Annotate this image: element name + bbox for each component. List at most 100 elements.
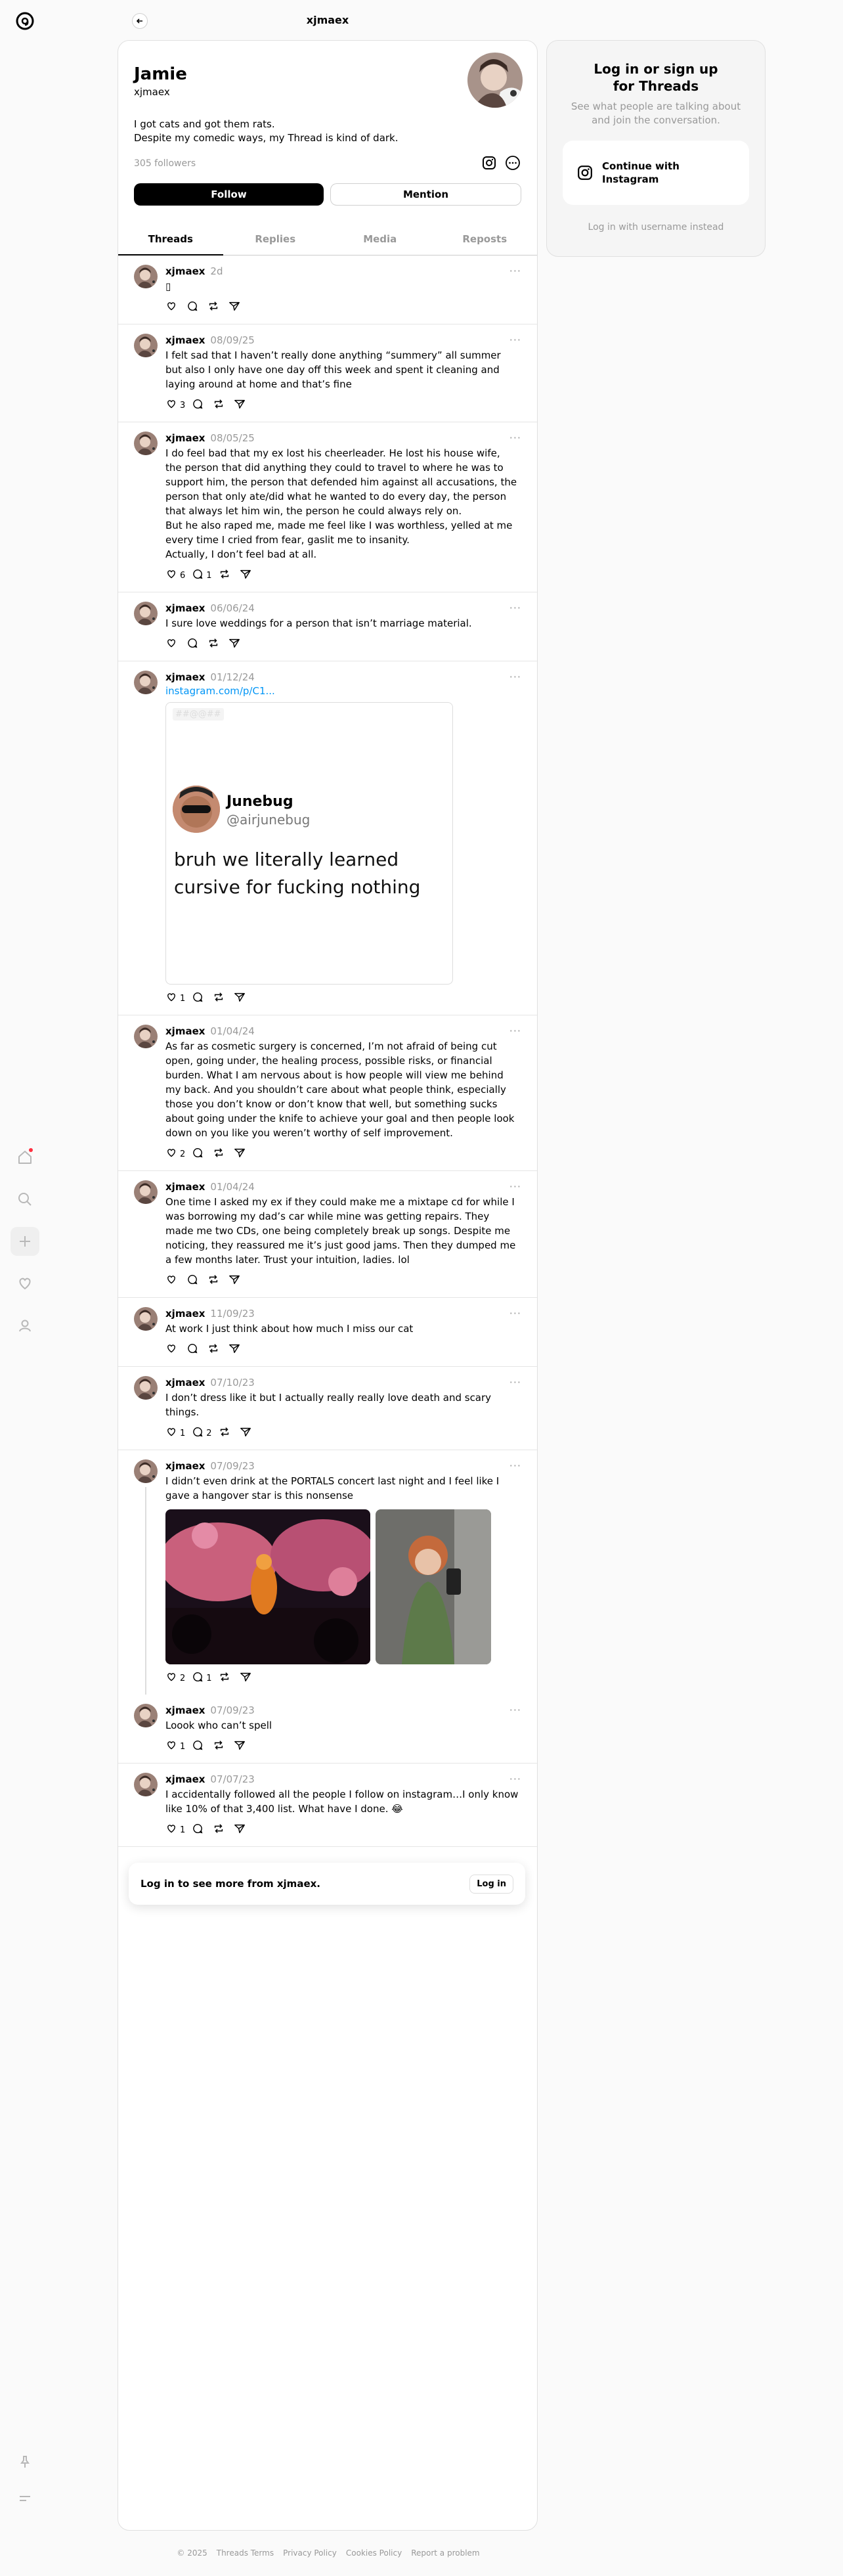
thread-post[interactable]: xjmaex 01/04/24 ··· As far as cosmetic s… <box>118 1015 537 1171</box>
create-icon[interactable] <box>11 1227 39 1256</box>
share-button[interactable] <box>228 637 243 652</box>
post-avatar[interactable] <box>134 602 158 625</box>
post-author[interactable]: xjmaex <box>165 671 205 683</box>
login-button[interactable]: Log in <box>469 1874 513 1894</box>
post-date[interactable]: 08/09/25 <box>210 334 254 346</box>
post-avatar[interactable] <box>134 1459 158 1483</box>
share-button[interactable] <box>234 1823 248 1837</box>
repost-button[interactable] <box>213 1739 227 1754</box>
reply-button[interactable] <box>192 1739 206 1754</box>
post-author[interactable]: xjmaex <box>165 1773 205 1785</box>
more-icon[interactable]: ··· <box>509 432 521 444</box>
like-button[interactable] <box>165 1343 180 1357</box>
follow-button[interactable]: Follow <box>134 183 324 206</box>
like-button[interactable]: 1 <box>165 1426 185 1440</box>
repost-button[interactable] <box>213 398 227 412</box>
thread-post[interactable]: xjmaex 07/07/23 ··· I accidentally follo… <box>118 1764 537 1847</box>
footer-link[interactable]: Report a problem <box>411 2548 479 2558</box>
thread-post[interactable]: xjmaex 2d ··· ▯ <box>118 255 537 324</box>
like-button[interactable]: 1 <box>165 1823 185 1837</box>
like-button[interactable]: 3 <box>165 398 185 412</box>
post-avatar[interactable] <box>134 1180 158 1204</box>
username-login-link[interactable]: Log in with username instead <box>563 222 749 233</box>
repost-button[interactable] <box>213 1823 227 1837</box>
tab-media[interactable]: Media <box>328 223 433 255</box>
reply-button[interactable]: 1 <box>192 1671 212 1685</box>
post-author[interactable]: xjmaex <box>165 602 205 614</box>
repost-button[interactable] <box>207 637 222 652</box>
post-link[interactable]: instagram.com/p/C1... <box>165 685 521 697</box>
post-avatar[interactable] <box>134 1025 158 1048</box>
reply-button[interactable]: 2 <box>192 1426 212 1440</box>
post-author[interactable]: xjmaex <box>165 1377 205 1388</box>
repost-button[interactable] <box>207 300 222 315</box>
post-date[interactable]: 08/05/25 <box>210 432 254 444</box>
reply-button[interactable] <box>192 991 206 1006</box>
post-date[interactable]: 11/09/23 <box>210 1308 254 1320</box>
post-author[interactable]: xjmaex <box>165 265 205 277</box>
post-date[interactable]: 07/10/23 <box>210 1377 254 1388</box>
thread-post[interactable]: xjmaex 08/09/25 ··· I felt sad that I ha… <box>118 324 537 422</box>
more-icon[interactable]: ··· <box>509 1459 521 1472</box>
profile-avatar[interactable] <box>467 53 523 108</box>
more-icon[interactable]: ··· <box>509 1376 521 1388</box>
thread-post[interactable]: xjmaex 07/09/23 ··· Loook who can’t spel… <box>118 1695 537 1764</box>
tab-threads[interactable]: Threads <box>118 223 223 255</box>
selfie-photo[interactable] <box>376 1509 491 1664</box>
post-date[interactable]: 01/04/24 <box>210 1181 254 1193</box>
post-date[interactable]: 07/09/23 <box>210 1460 254 1472</box>
share-button[interactable] <box>228 300 243 315</box>
thread-post[interactable]: xjmaex 11/09/23 ··· At work I just think… <box>118 1298 537 1367</box>
footer-link[interactable]: Cookies Policy <box>346 2548 402 2558</box>
post-avatar[interactable] <box>134 671 158 694</box>
continue-with-instagram-button[interactable]: Continue with Instagram <box>563 141 749 205</box>
post-date[interactable]: 07/09/23 <box>210 1704 254 1716</box>
reply-button[interactable] <box>186 1274 201 1288</box>
back-button[interactable] <box>132 13 148 29</box>
post-date[interactable]: 01/12/24 <box>210 671 254 683</box>
reply-button[interactable] <box>192 1823 206 1837</box>
share-button[interactable] <box>240 1426 254 1440</box>
repost-button[interactable] <box>219 568 233 583</box>
post-avatar[interactable] <box>134 1376 158 1400</box>
concert-photo[interactable] <box>165 1509 370 1664</box>
footer-link[interactable]: Threads Terms <box>217 2548 274 2558</box>
thread-post[interactable]: xjmaex 07/09/23 ··· I didn’t even drink … <box>118 1450 537 1695</box>
threads-logo-icon[interactable] <box>12 9 38 33</box>
post-date[interactable]: 2d <box>210 265 223 277</box>
tab-replies[interactable]: Replies <box>223 223 328 255</box>
post-author[interactable]: xjmaex <box>165 432 205 444</box>
post-avatar[interactable] <box>134 1773 158 1796</box>
like-button[interactable]: 6 <box>165 568 185 583</box>
tab-reposts[interactable]: Reposts <box>433 223 538 255</box>
share-button[interactable] <box>240 1671 254 1685</box>
more-icon[interactable]: ··· <box>509 1025 521 1037</box>
like-button[interactable] <box>165 1274 180 1288</box>
menu-icon[interactable] <box>11 2484 39 2513</box>
thread-post[interactable]: xjmaex 01/12/24 ··· instagram.com/p/C1..… <box>118 661 537 1015</box>
thread-post[interactable]: xjmaex 06/06/24 ··· I sure love weddings… <box>118 592 537 661</box>
heart-icon[interactable] <box>11 1269 39 1298</box>
post-author[interactable]: xjmaex <box>165 1181 205 1193</box>
reply-button[interactable]: 1 <box>192 568 212 583</box>
more-icon[interactable]: ··· <box>509 1307 521 1320</box>
like-button[interactable]: 2 <box>165 1147 185 1161</box>
instagram-icon[interactable] <box>481 154 498 171</box>
footer-link[interactable]: Privacy Policy <box>283 2548 337 2558</box>
post-avatar[interactable] <box>134 1307 158 1331</box>
thread-post[interactable]: xjmaex 07/10/23 ··· I don’t dress like i… <box>118 1367 537 1450</box>
more-icon[interactable]: ··· <box>509 1180 521 1193</box>
post-author[interactable]: xjmaex <box>165 1460 205 1472</box>
share-button[interactable] <box>234 398 248 412</box>
follower-count[interactable]: 305 followers <box>134 158 196 169</box>
reply-button[interactable] <box>192 1147 206 1161</box>
more-options-icon[interactable] <box>504 154 521 171</box>
post-avatar[interactable] <box>134 1704 158 1727</box>
search-icon[interactable] <box>11 1185 39 1214</box>
post-author[interactable]: xjmaex <box>165 1025 205 1037</box>
post-avatar[interactable] <box>134 334 158 357</box>
post-date[interactable]: 07/07/23 <box>210 1773 254 1785</box>
thread-post[interactable]: xjmaex 01/04/24 ··· One time I asked my … <box>118 1171 537 1298</box>
more-icon[interactable]: ··· <box>509 671 521 683</box>
reply-button[interactable] <box>186 637 201 652</box>
